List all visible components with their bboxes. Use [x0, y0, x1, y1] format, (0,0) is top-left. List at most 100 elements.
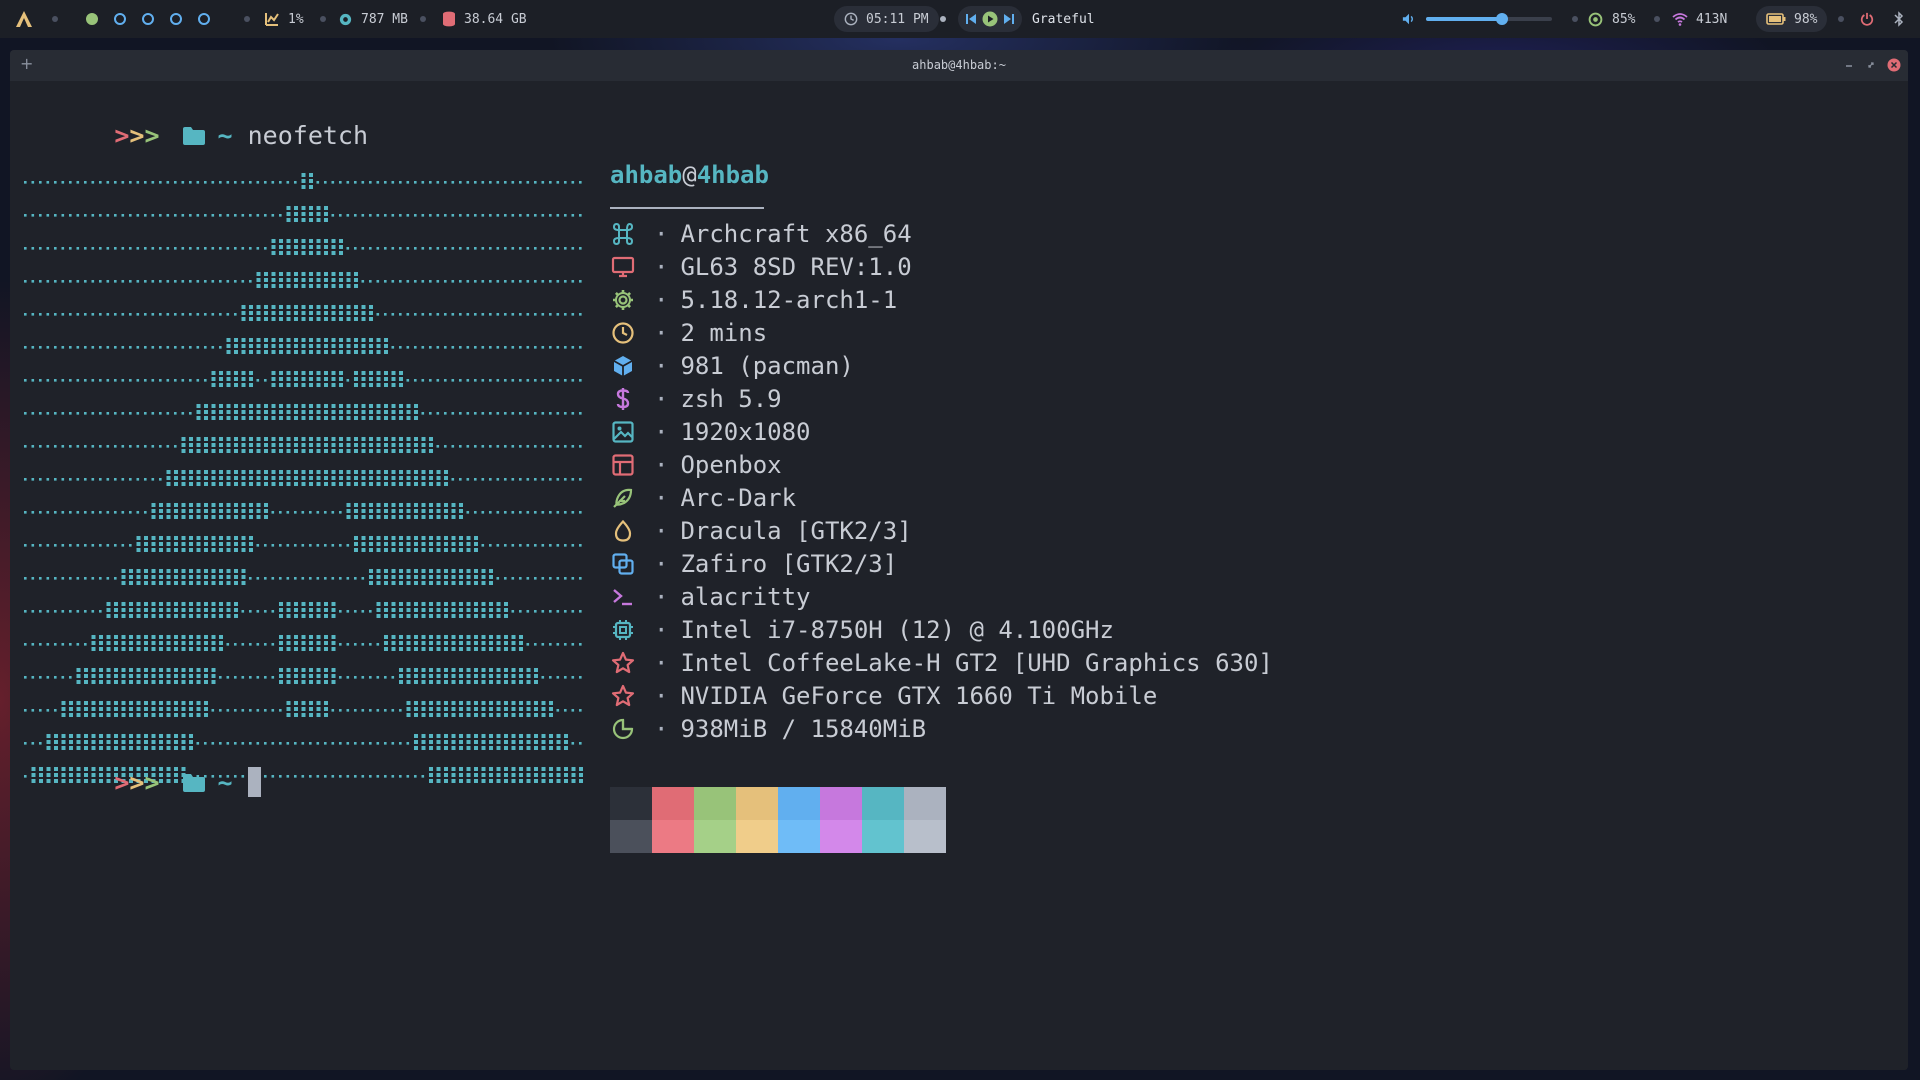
star-icon: [610, 683, 636, 709]
maximize-icon[interactable]: [1866, 60, 1876, 70]
power-button[interactable]: [1860, 0, 1874, 38]
workspace-3[interactable]: [142, 13, 154, 25]
prompt-chevron: >: [114, 121, 130, 150]
palette-swatch: [820, 787, 862, 820]
image-icon: [610, 419, 636, 445]
clock-icon: [844, 12, 858, 26]
separator-dot: [1572, 16, 1578, 22]
info-row: · Dracula [GTK2/3]: [610, 514, 912, 547]
username: ahbab: [610, 161, 683, 189]
minimize-icon[interactable]: [1844, 60, 1854, 70]
color-palette: [610, 787, 946, 853]
palette-swatch: [652, 820, 694, 853]
info-value: Zafiro [GTK2/3]: [680, 549, 898, 578]
info-separator: ·: [654, 681, 669, 710]
separator-dot: [940, 16, 946, 22]
info-row: · GL63 8SD REV:1.0: [610, 250, 912, 283]
close-icon[interactable]: [1887, 58, 1901, 72]
command-text: neofetch: [247, 121, 369, 150]
droplet-icon: [610, 518, 636, 544]
folder-icon: [182, 127, 205, 145]
info-separator: ·: [654, 285, 669, 314]
palette-swatch: [862, 787, 904, 820]
star-icon: [610, 650, 636, 676]
bluetooth-button[interactable]: [1894, 0, 1904, 38]
info-separator: ·: [654, 582, 669, 611]
terminal-area[interactable]: >>> ~ neofetch ahbab@4hbab · Archcraft x86…: [10, 81, 1908, 1070]
info-row: · Zafiro [GTK2/3]: [610, 547, 897, 580]
neofetch-title: ahbab@4hbab: [610, 161, 769, 189]
palette-swatch: [736, 787, 778, 820]
terminal-icon: [610, 584, 636, 610]
palette-swatch: [610, 787, 652, 820]
folder-icon: [182, 774, 205, 792]
window-titlebar[interactable]: + ahbab@4hbab:~: [10, 50, 1908, 81]
info-value: NVIDIA GeForce GTX 1660 Ti Mobile: [680, 681, 1158, 710]
wifi-value: 413N: [1696, 11, 1728, 27]
info-value: GL63 8SD REV:1.0: [680, 252, 912, 281]
palette-swatch: [862, 820, 904, 853]
memory-value: 787 MB: [361, 11, 408, 27]
workspace-4[interactable]: [170, 13, 182, 25]
clock-icon: [610, 320, 636, 346]
volume-slider[interactable]: [1426, 13, 1552, 25]
info-row: · NVIDIA GeForce GTX 1660 Ti Mobile: [610, 679, 1157, 712]
palette-swatch: [778, 820, 820, 853]
info-value: Archcraft x86_64: [680, 219, 912, 248]
separator-dot: [244, 16, 250, 22]
battery-value: 98%: [1794, 11, 1818, 27]
copy-icon: [610, 551, 636, 577]
info-value: alacritty: [680, 582, 811, 611]
info-row: · 5.18.12-arch1-1: [610, 283, 897, 316]
track-title[interactable]: Grateful: [1032, 0, 1095, 38]
palette-swatch: [694, 820, 736, 853]
workspace-2[interactable]: [114, 13, 126, 25]
disk-module[interactable]: 38.64 GB: [442, 0, 527, 38]
feather-icon: [610, 485, 636, 511]
prompt-chevron: >: [129, 768, 145, 797]
volume-slider-knob[interactable]: [1495, 13, 1508, 25]
battery-module[interactable]: 98%: [1756, 0, 1828, 38]
workspace-5[interactable]: [198, 13, 210, 25]
separator-dot: [320, 16, 326, 22]
info-row: · alacritty: [610, 580, 811, 613]
launcher-button[interactable]: [14, 0, 34, 38]
info-separator: ·: [654, 252, 669, 281]
info-value: 1920x1080: [680, 417, 811, 446]
workspace-1[interactable]: [86, 13, 98, 25]
play-icon[interactable]: [982, 11, 998, 27]
info-row: · Arc-Dark: [610, 481, 796, 514]
info-row: · Intel CoffeeLake-H GT2 [UHD Graphics 63…: [610, 646, 1273, 679]
clock-module[interactable]: 05:11 PM: [834, 0, 939, 38]
media-player: [958, 0, 1022, 38]
brightness-module[interactable]: 85%: [1588, 0, 1635, 38]
info-row: · Intel i7-8750H (12) @ 4.100GHz: [610, 613, 1114, 646]
pie-chart-icon: [610, 716, 636, 742]
prompt-chevron: >: [129, 121, 145, 150]
cpu-module[interactable]: 1%: [264, 0, 304, 38]
window-title: ahbab@4hbab:~: [912, 58, 1006, 72]
prompt-chevron: >: [144, 121, 160, 150]
info-value: Intel i7-8750H (12) @ 4.100GHz: [680, 615, 1114, 644]
info-value: 938MiB / 15840MiB: [680, 714, 927, 743]
previous-icon[interactable]: [966, 13, 976, 25]
info-row: · zsh 5.9: [610, 382, 782, 415]
info-separator: ·: [654, 384, 669, 413]
separator-dot: [1654, 16, 1660, 22]
terminal-cursor[interactable]: [247, 767, 261, 797]
volume-module: [1402, 0, 1552, 38]
volume-icon[interactable]: [1402, 12, 1416, 26]
wifi-module[interactable]: 413N: [1672, 0, 1727, 38]
palette-swatch: [904, 820, 946, 853]
cpu-value: 1%: [288, 11, 304, 27]
separator-dot: [1838, 16, 1844, 22]
info-value: zsh 5.9: [680, 384, 782, 413]
next-icon[interactable]: [1004, 13, 1014, 25]
ascii-logo-glyphs: [24, 173, 583, 783]
memory-module[interactable]: 787 MB: [338, 0, 408, 38]
prompt-symbol: >>>: [114, 121, 159, 150]
command-key-icon: [610, 221, 636, 247]
gear-icon: [610, 287, 636, 313]
prompt-line-2: >>> ~: [24, 738, 261, 826]
prompt-line: >>> ~ neofetch: [24, 92, 368, 179]
